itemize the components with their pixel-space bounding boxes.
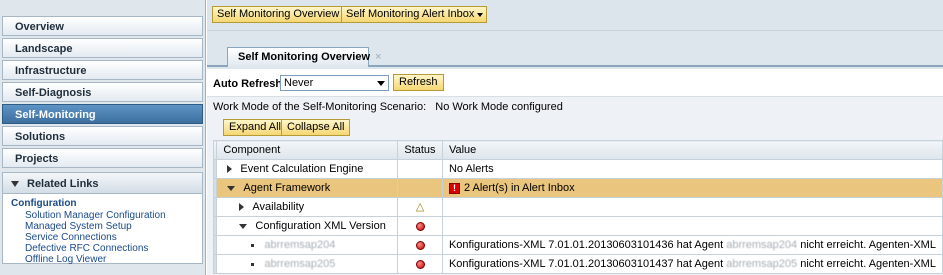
tab-strip: Self Monitoring Overview × xyxy=(207,44,943,67)
self-monitoring-overview-label: Self Monitoring Overview xyxy=(217,8,340,20)
value-cell: No Alerts xyxy=(441,159,943,179)
value-cell[interactable]: ! 2 Alert(s) in Alert Inbox xyxy=(441,178,943,198)
close-tab-icon[interactable]: × xyxy=(375,51,381,63)
auto-refresh-label: Auto Refresh xyxy=(213,78,283,90)
related-links-header[interactable]: Related Links xyxy=(2,172,203,194)
related-links-panel: Configuration Solution Manager Configura… xyxy=(2,194,203,265)
table-row: abrremsap204 Konfigurations-XML 7.01.01.… xyxy=(212,235,943,255)
link-service-connections[interactable]: Service Connections xyxy=(11,232,202,243)
bullet-icon xyxy=(251,243,255,247)
status-cell xyxy=(397,235,443,255)
value-text-agent: abrremsap205 xyxy=(726,258,798,270)
component-cell[interactable]: abrremsap205 xyxy=(216,254,399,274)
refresh-button[interactable]: Refresh xyxy=(393,74,444,91)
self-monitoring-alert-inbox-label: Self Monitoring Alert Inbox xyxy=(346,8,475,20)
component-label: abrremsap205 xyxy=(264,258,336,270)
error-status-icon xyxy=(415,259,425,269)
warning-triangle-icon: △ xyxy=(415,201,425,213)
link-managed-system-setup[interactable]: Managed System Setup xyxy=(11,221,202,232)
value-cell xyxy=(441,197,943,217)
expand-arrow-icon[interactable] xyxy=(239,203,245,212)
work-mode-label: Work Mode of the Self-Monitoring Scenari… xyxy=(213,101,427,113)
value-text-agent: abrremsap204 xyxy=(726,239,798,251)
table-header-row: Component Status Value xyxy=(212,140,943,160)
value-cell: Konfigurations-XML 7.01.01.2013060310143… xyxy=(441,254,943,274)
status-cell xyxy=(397,159,443,179)
error-status-icon xyxy=(415,221,425,231)
collapse-arrow-icon[interactable] xyxy=(239,223,248,229)
nav-top-strip xyxy=(0,0,205,16)
related-links-title: Related Links xyxy=(27,178,99,190)
dropdown-arrow-icon xyxy=(477,13,484,17)
work-mode-row: Work Mode of the Self-Monitoring Scenari… xyxy=(207,98,943,117)
nav-item-projects[interactable]: Projects xyxy=(2,148,203,168)
related-section-configuration: Configuration xyxy=(11,198,77,209)
nav-item-overview[interactable]: Overview xyxy=(2,16,203,36)
nav-item-infrastructure[interactable]: Infrastructure xyxy=(2,60,203,80)
nav-item-self-diagnosis[interactable]: Self-Diagnosis xyxy=(2,82,203,102)
top-toolbar: Self Monitoring Overview Self Monitoring… xyxy=(207,0,943,31)
component-label: Event Calculation Engine xyxy=(240,163,364,175)
overview-panel: Auto Refresh Never Refresh Work Mode of … xyxy=(207,69,943,275)
column-header-value[interactable]: Value xyxy=(441,140,943,160)
link-offline-log-viewer[interactable]: Offline Log Viewer xyxy=(11,254,202,265)
table-row: Availability △ xyxy=(212,197,943,217)
value-text-prefix: Konfigurations-XML 7.01.01.2013060310143… xyxy=(448,239,724,251)
content-area: Self Monitoring Overview × Auto Refresh … xyxy=(207,31,943,275)
table-row: Event Calculation Engine No Alerts xyxy=(212,159,943,179)
link-defective-rfc-connections[interactable]: Defective RFC Connections xyxy=(11,243,202,254)
tab-label: Self Monitoring Overview xyxy=(238,51,371,63)
component-label: abrremsap204 xyxy=(264,239,336,251)
left-navigation: Overview Landscape Infrastructure Self-D… xyxy=(0,0,206,275)
table-row: abrremsap205 Konfigurations-XML 7.01.01.… xyxy=(212,254,943,274)
value-text-suffix: nicht erreicht. Agenten-XML xyxy=(800,258,936,270)
self-monitoring-alert-inbox-menu-button[interactable]: Self Monitoring Alert Inbox xyxy=(341,6,488,23)
table-row: Agent Framework ! 2 Alert(s) in Alert Inb… xyxy=(212,178,943,198)
tree-actions-row: Expand All Collapse All xyxy=(207,117,943,139)
auto-refresh-row: Auto Refresh Never Refresh xyxy=(207,69,943,97)
tab-self-monitoring-overview[interactable]: Self Monitoring Overview × xyxy=(227,47,382,67)
component-cell[interactable]: Event Calculation Engine xyxy=(216,159,399,179)
component-cell[interactable]: Availability xyxy=(216,197,399,217)
auto-refresh-value: Never xyxy=(284,77,314,89)
status-cell xyxy=(397,254,443,274)
status-cell: △ xyxy=(397,197,443,217)
self-monitoring-overview-menu-button[interactable]: Self Monitoring Overview xyxy=(212,6,353,23)
nav-item-self-monitoring[interactable]: Self-Monitoring xyxy=(2,104,203,124)
status-cell xyxy=(397,178,443,198)
bullet-icon xyxy=(251,262,255,266)
link-solution-manager-configuration[interactable]: Solution Manager Configuration xyxy=(11,210,202,221)
component-tree-table: Component Status Value Event Calculation… xyxy=(212,140,943,274)
status-cell xyxy=(397,216,443,236)
chevron-down-icon xyxy=(377,81,385,86)
component-cell[interactable]: abrremsap204 xyxy=(216,235,399,255)
component-cell[interactable]: Agent Framework xyxy=(216,178,399,198)
nav-item-solutions[interactable]: Solutions xyxy=(2,126,203,146)
collapse-all-button[interactable]: Collapse All xyxy=(281,119,351,136)
expand-all-button[interactable]: Expand All xyxy=(223,119,287,136)
component-label: Configuration XML Version xyxy=(255,220,386,232)
table-row: Configuration XML Version xyxy=(212,216,943,236)
collapse-triangle-icon xyxy=(11,181,19,188)
nav-item-landscape[interactable]: Landscape xyxy=(2,38,203,58)
component-label: Availability xyxy=(252,201,305,213)
work-mode-value: No Work Mode configured xyxy=(435,101,563,113)
error-status-icon xyxy=(415,240,425,250)
value-text-prefix: Konfigurations-XML 7.01.01.2013060310143… xyxy=(448,258,724,270)
value-cell: Konfigurations-XML 7.01.01.2013060310143… xyxy=(441,235,943,255)
alert-count-text: 2 Alert(s) in Alert Inbox xyxy=(463,182,575,194)
value-cell xyxy=(441,216,943,236)
column-header-component[interactable]: Component xyxy=(216,140,399,160)
expand-arrow-icon[interactable] xyxy=(227,165,233,174)
component-label: Agent Framework xyxy=(243,182,331,194)
value-text-suffix: nicht erreicht. Agenten-XML xyxy=(800,239,936,251)
column-header-status[interactable]: Status xyxy=(397,140,443,160)
alert-inbox-icon: ! xyxy=(448,182,460,194)
collapse-arrow-icon[interactable] xyxy=(227,185,236,191)
auto-refresh-select[interactable]: Never xyxy=(280,75,389,91)
component-cell[interactable]: Configuration XML Version xyxy=(216,216,399,236)
